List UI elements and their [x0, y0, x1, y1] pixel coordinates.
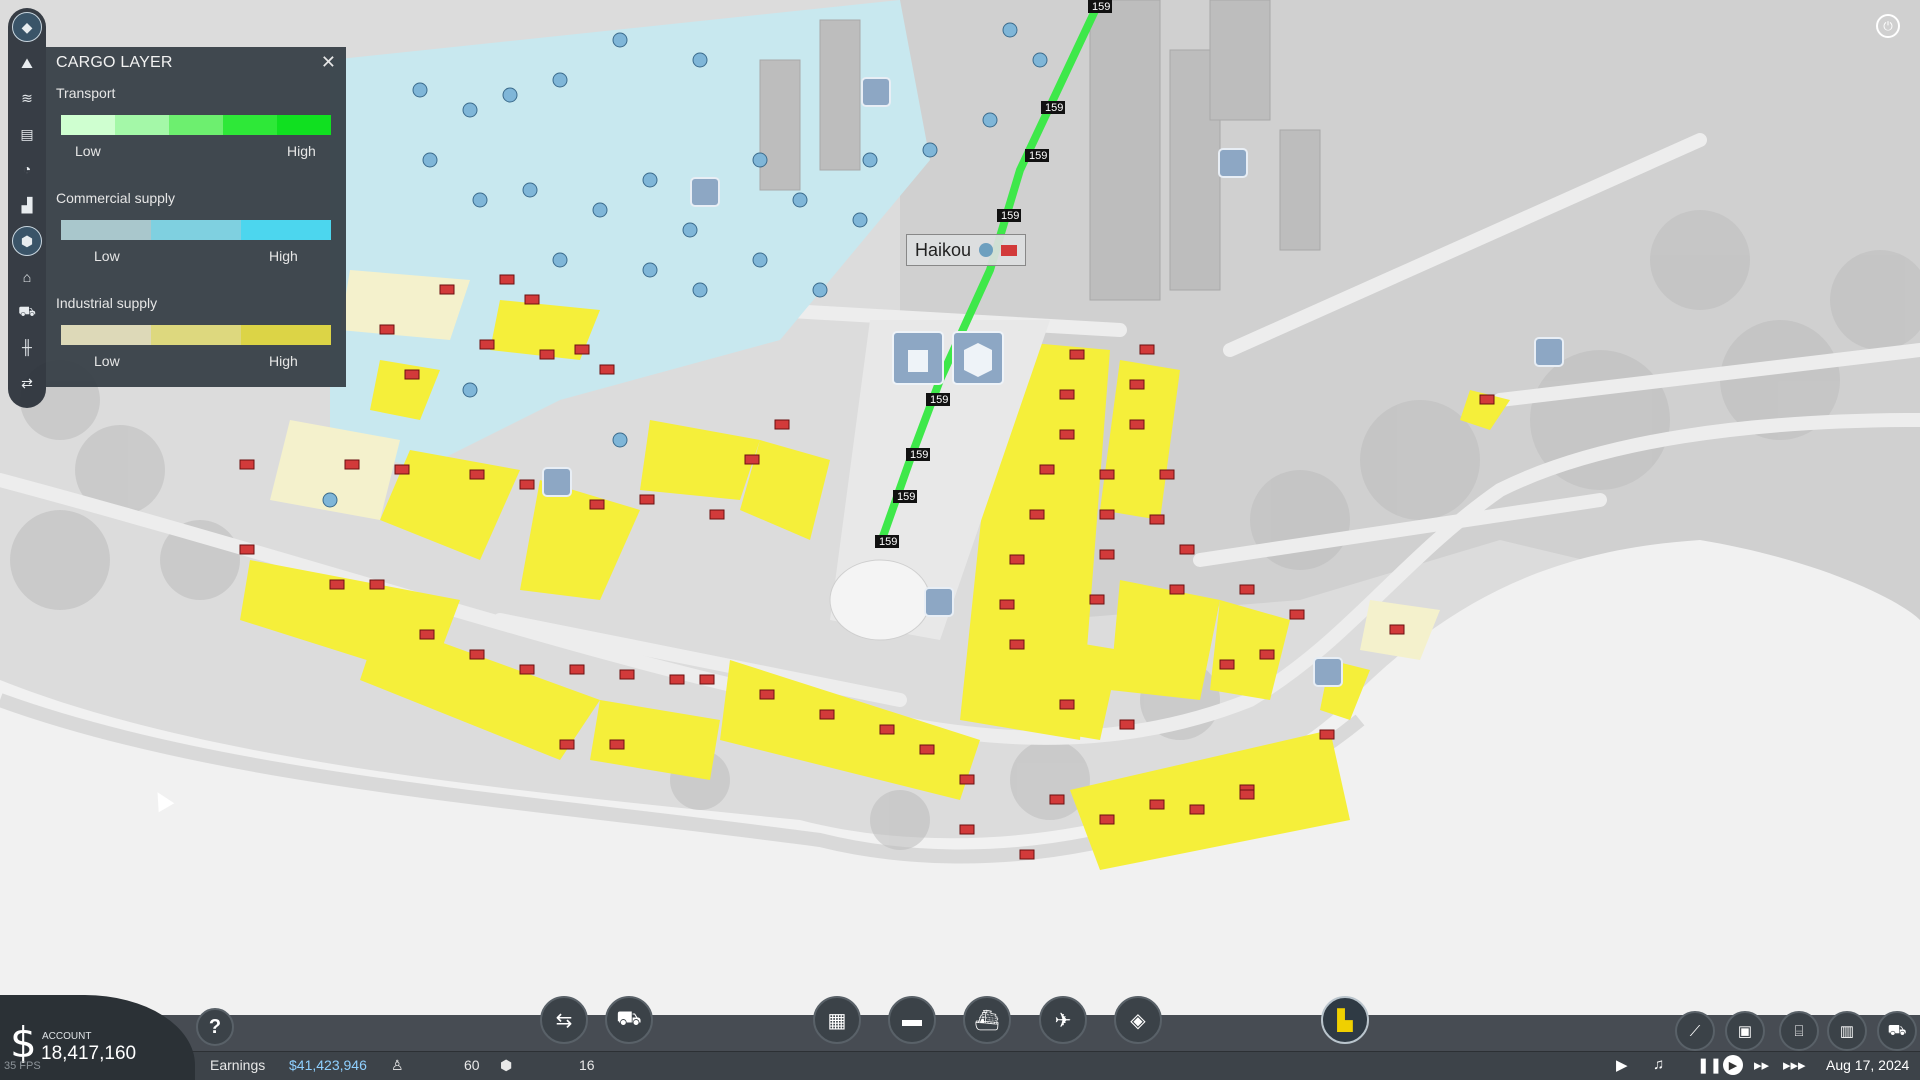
track-icon[interactable]: ⟋ — [1675, 1011, 1715, 1051]
pause-icon[interactable]: ❚❚ — [1697, 1056, 1722, 1074]
legend-swatch — [61, 220, 151, 240]
airplane-icon[interactable]: ✈ — [1039, 996, 1087, 1044]
legend-swatch — [115, 115, 169, 135]
map-view-icon[interactable]: ⛰ — [12, 48, 42, 78]
legend-swatch — [223, 115, 277, 135]
statistics-icon[interactable]: ▤ — [12, 119, 42, 149]
road-vehicle-icon[interactable]: ▦ — [813, 996, 861, 1044]
city-label[interactable]: Haikou — [906, 234, 1027, 266]
industry-icon[interactable]: ▟ — [12, 190, 42, 220]
svg-text:159: 159 — [1045, 102, 1063, 114]
legend-transport-high: High — [287, 143, 316, 159]
toolbar-divider — [0, 1051, 1920, 1052]
cargo-icon — [1001, 244, 1018, 256]
lines-manager-icon[interactable]: ⇆ — [540, 996, 588, 1044]
commercial-icon — [979, 243, 994, 257]
play-icon[interactable]: ▶ — [1723, 1055, 1743, 1075]
game-date: Aug 17, 2024 — [1826, 1057, 1910, 1073]
ship-icon[interactable]: ⛴ — [963, 996, 1011, 1044]
train-icon[interactable]: ▬ — [888, 996, 936, 1044]
svg-text:159: 159 — [897, 491, 915, 503]
help-button[interactable]: ? — [196, 1008, 234, 1046]
fast-forward-icon[interactable]: ▸▸ — [1754, 1056, 1769, 1074]
panel-title: CARGO LAYER — [56, 54, 173, 71]
svg-text:159: 159 — [1029, 150, 1047, 162]
svg-text:159: 159 — [910, 449, 928, 461]
legend-swatch — [61, 115, 115, 135]
legend-transport-bar — [61, 115, 331, 135]
route-icon[interactable]: ⇄ — [12, 368, 42, 398]
city-name: Haikou — [915, 239, 972, 260]
legend-transport-low: Low — [75, 143, 101, 159]
passengers-count: 60 — [464, 1057, 480, 1073]
legend-commercial-bar — [61, 220, 331, 240]
power-icon[interactable]: ⏻ — [1876, 14, 1900, 38]
close-icon[interactable]: ✕ — [321, 52, 336, 73]
legend-swatch — [241, 325, 331, 345]
legend-industrial-bar — [61, 325, 331, 345]
cargo-count: 16 — [579, 1057, 595, 1073]
bulldozer-icon[interactable]: ▙ — [1321, 996, 1369, 1044]
vehicle-depot-icon[interactable]: ⛟ — [1877, 1011, 1917, 1051]
music-icon[interactable]: ♫ — [1653, 1056, 1664, 1073]
depot-icon[interactable]: ▣ — [1725, 1011, 1765, 1051]
earnings-label: Earnings — [210, 1057, 266, 1073]
vehicles-icon[interactable]: ⛟ — [12, 297, 42, 327]
vehicle-manager-icon[interactable]: ⛟ — [605, 996, 653, 1044]
town-icon[interactable]: ⌂ — [12, 262, 42, 292]
bottom-toolbar-upper — [0, 1015, 1920, 1051]
passengers-icon: ♙ — [391, 1057, 404, 1073]
station-icon[interactable]: ⌸ — [1779, 1011, 1819, 1051]
legend-industrial-label: Industrial supply — [56, 295, 158, 311]
legend-commercial-high: High — [269, 248, 298, 264]
layers-icon[interactable]: ◆ — [12, 12, 42, 42]
legend-industrial-low: Low — [94, 353, 120, 369]
cargo-icon[interactable]: ⬢ — [12, 226, 42, 256]
legend-industrial-high: High — [269, 353, 298, 369]
legend-transport-label: Transport — [56, 85, 116, 101]
cargo-layer-panel: CARGO LAYER ✕ Transport Low High Commerc… — [46, 47, 346, 387]
legend-swatch — [151, 325, 241, 345]
speed-icon[interactable]: ◔ — [12, 154, 42, 184]
svg-text:159: 159 — [1001, 210, 1019, 222]
legend-swatch — [151, 220, 241, 240]
faster-forward-icon[interactable]: ▸▸▸ — [1783, 1056, 1806, 1074]
town-building-icon[interactable]: ▥ — [1827, 1011, 1867, 1051]
fps-counter: 35 FPS — [4, 1060, 41, 1072]
audio-icon[interactable]: ╫ — [12, 332, 42, 362]
legend-commercial-label: Commercial supply — [56, 190, 176, 206]
svg-text:159: 159 — [879, 536, 897, 548]
account-balance: 18,417,160 — [41, 1043, 137, 1064]
legend-swatch — [277, 115, 331, 135]
svg-text:159: 159 — [930, 394, 948, 406]
legend-swatch — [61, 325, 151, 345]
earnings-value: $41,423,946 — [289, 1057, 367, 1073]
cargo-box-icon: ⬢ — [500, 1057, 513, 1073]
legend-swatch — [169, 115, 223, 135]
account-label: ACCOUNT — [42, 1031, 92, 1042]
svg-text:159: 159 — [1092, 1, 1110, 13]
layer-toolbar: ◆ ⛰ ≋ ▤ ◔ ▟ ⬢ ⌂ ⛟ ╫ ⇄ — [8, 8, 46, 408]
legend-commercial-low: Low — [94, 248, 120, 264]
legend-swatch — [241, 220, 331, 240]
terrain-icon[interactable]: ◈ — [1114, 996, 1162, 1044]
traffic-waves-icon[interactable]: ≋ — [12, 83, 42, 113]
camera-icon[interactable]: ▶ — [1616, 1056, 1628, 1074]
